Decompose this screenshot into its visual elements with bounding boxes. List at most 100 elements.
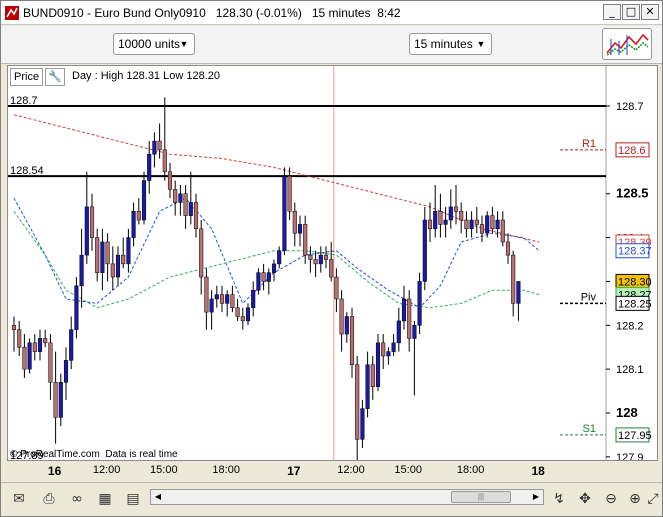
window-title: BUND0910 - Euro Bund Only0910 128.30 (-0… [23,6,401,20]
print-icon[interactable]: ⎙ [39,489,59,509]
zoom-in-icon[interactable]: ⊕ [625,489,645,509]
x-tick-label: 18 [531,464,545,478]
level-label-upper: 128.54 [10,165,44,177]
candle-body [251,289,256,308]
y-tick-label: 128.7 [616,101,644,113]
horizontal-scrollbar[interactable]: ◀ ||| ▶ [150,489,544,505]
candle-body [370,364,375,387]
chart-toolbar: 10000 units ▼ 15 minutes ▼ [1,26,662,64]
candle-body [297,224,303,234]
binoculars-icon[interactable]: ∞ [67,489,87,509]
x-tick-label: 18:00 [212,464,240,476]
candle-body [360,408,365,440]
level-label-top: 128.7 [10,95,38,107]
candle-body [225,294,230,304]
candle-body [401,298,407,322]
candle-body [147,153,152,181]
candle-body [178,193,183,203]
x-tick-label: 12:00 [92,464,121,476]
candle-body [240,316,245,322]
crosshair-icon[interactable]: ✥ [575,489,595,509]
scroll-thumb[interactable]: ||| [451,491,511,503]
candle-body [209,298,214,313]
x-axis: 16 12:00 15:00 18:00 17 12:00 15:00 18:00 18 [7,462,658,480]
y-tick-label: 128.5 [616,186,649,201]
candle-body [516,281,521,304]
candle-body [100,241,105,273]
close-button[interactable]: ✕ [641,4,659,20]
candle-body [495,219,500,230]
x-tick-label: 15:00 [394,464,422,476]
candle-body [318,254,323,265]
candle-body [58,382,63,418]
candle-body [121,254,126,265]
indicator-icon[interactable]: ↯ [549,489,569,509]
candle-body [162,149,167,173]
price-button[interactable]: Price [10,68,44,86]
title-price: 128.30 (-0.01%) [215,6,302,20]
pivot-label-s1: S1 [583,423,596,435]
candle-body [500,219,505,243]
candle-body [84,206,89,256]
candle-body [245,307,251,322]
x-tick-label: 18:00 [456,464,485,476]
day-range-info: Day : High 128.31 Low 128.20 [72,70,220,82]
candle-body [131,211,136,238]
candle-body [37,338,43,352]
pivot-label-r1: R1 [582,138,596,150]
chevron-down-icon: ▼ [476,39,486,49]
zoom-out-icon[interactable]: ⊖ [601,489,621,509]
candle-body [308,254,313,260]
app-icon [4,5,20,21]
scroll-right-button[interactable]: ▶ [529,490,543,504]
candle-body [433,211,438,230]
title-interval: 15 minutes [311,6,371,20]
candle-body [375,342,381,387]
candle-body [79,254,84,287]
candle-body [53,382,58,418]
candle-body [391,342,396,352]
y-tick-label: 127.9 [616,452,644,460]
title-bar[interactable]: BUND0910 - Euro Bund Only0910 128.30 (-0… [1,1,662,25]
scroll-left-button[interactable]: ◀ [151,490,165,504]
chart-canvas[interactable]: 128.7128.54127.89R1PivS1128.7128.5128.41… [8,66,657,460]
candle-body [417,281,422,326]
price-chart[interactable]: 128.7128.54127.89R1PivS1128.7128.5128.41… [7,65,658,461]
candle-body [464,219,469,230]
candle-body [490,215,495,230]
candle-body [22,346,27,370]
calculator-icon[interactable]: ▦ [95,489,115,509]
chart-type-button[interactable] [602,28,652,60]
candle-body [32,342,37,352]
candle-body [339,298,344,335]
maximize-button[interactable]: □ [622,4,640,20]
title-time: 8:42 [377,6,401,20]
units-value: 10000 units [118,37,181,51]
candle-body [323,254,329,260]
candle-body [126,237,131,265]
candle-body [396,320,401,344]
candle-body [167,171,173,190]
candle-body [505,241,511,256]
pivot-label-piv: Piv [581,291,597,303]
candle-body [43,338,48,344]
units-dropdown[interactable]: 10000 units ▼ [113,33,195,55]
x-tick-label: 16 [47,464,62,478]
candle-body [266,272,271,282]
candle-body [204,276,209,313]
candle-body [69,329,74,361]
candle-body [277,250,282,265]
candle-body [448,206,453,221]
wrench-icon[interactable]: 🔧 [45,68,65,86]
candle-body [469,219,474,230]
chart-list-icon[interactable]: ▤ [123,489,143,509]
fit-icon[interactable]: ⤢ [645,489,661,509]
chevron-down-icon: ▼ [179,39,189,49]
timeframe-dropdown[interactable]: 15 minutes ▼ [409,33,492,55]
mail-icon[interactable]: ✉ [9,489,29,509]
candle-body [485,215,490,234]
candle-body [365,364,370,409]
minimize-button[interactable]: _ [603,4,621,20]
candle-body [303,224,308,256]
candle-body [74,285,79,330]
